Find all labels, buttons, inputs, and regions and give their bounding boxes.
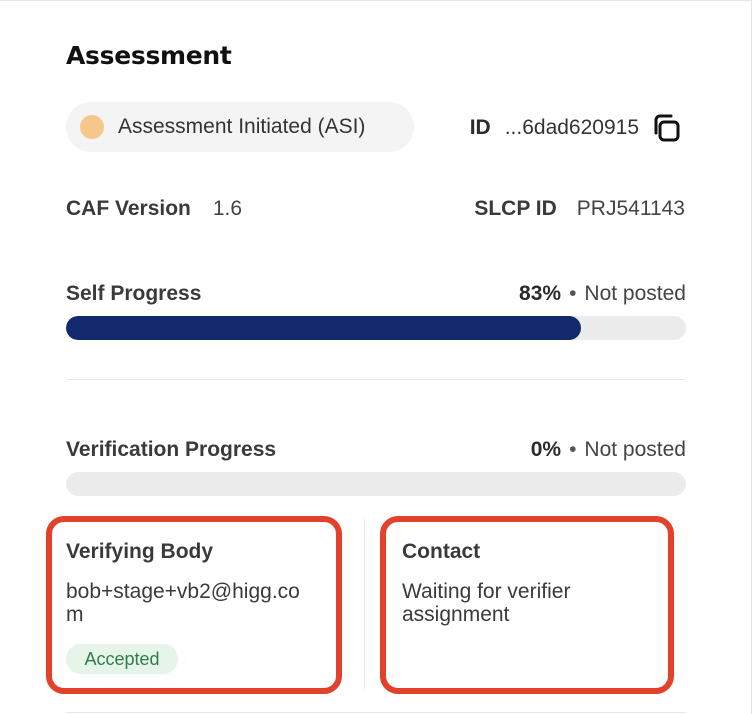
self-progress-state: Not posted [584,282,686,305]
self-progress-bar-fill [66,316,581,340]
status-pill: Assessment Initiated (ASI) [66,102,414,152]
id-value: ...6dad620915 [504,116,639,139]
caf-version-label: CAF Version [66,197,191,220]
contact-highlight [380,516,674,694]
verification-progress-header: Verification Progress 0% • Not posted [66,438,686,462]
verification-progress-percent: 0% [530,438,562,461]
page-title: Assessment [66,41,232,70]
id-label: ID [469,116,491,139]
self-progress-header: Self Progress 83% • Not posted [66,282,686,306]
verifying-body-highlight [46,516,342,694]
column-divider [364,519,365,689]
section-divider [66,379,686,380]
self-progress-percent: 83% [519,282,562,305]
verification-progress-label: Verification Progress [66,438,277,461]
self-progress-bar [66,316,686,340]
verification-progress-separator: • [569,438,577,461]
self-progress-separator: • [569,282,577,305]
verification-progress-state: Not posted [584,438,686,461]
self-progress-status: 83% • Not posted [519,282,686,306]
slcp-id-label: SLCP ID [474,197,557,220]
status-dot-icon [80,115,104,139]
copy-icon[interactable] [649,111,683,145]
verification-progress-status: 0% • Not posted [531,438,686,462]
assessment-card: Assessment Assessment Initiated (ASI) ID… [0,0,752,714]
verification-progress-bar [66,472,686,496]
slcp-id-value: PRJ541143 [576,197,685,220]
bottom-divider [66,712,686,713]
caf-version: CAF Version 1.6 [66,197,242,221]
self-progress-label: Self Progress [66,282,202,305]
caf-version-value: 1.6 [212,197,243,220]
assessment-id: ID ...6dad620915 [470,111,683,145]
status-label: Assessment Initiated (ASI) [118,115,366,138]
slcp-id: SLCP ID PRJ541143 [474,197,685,221]
